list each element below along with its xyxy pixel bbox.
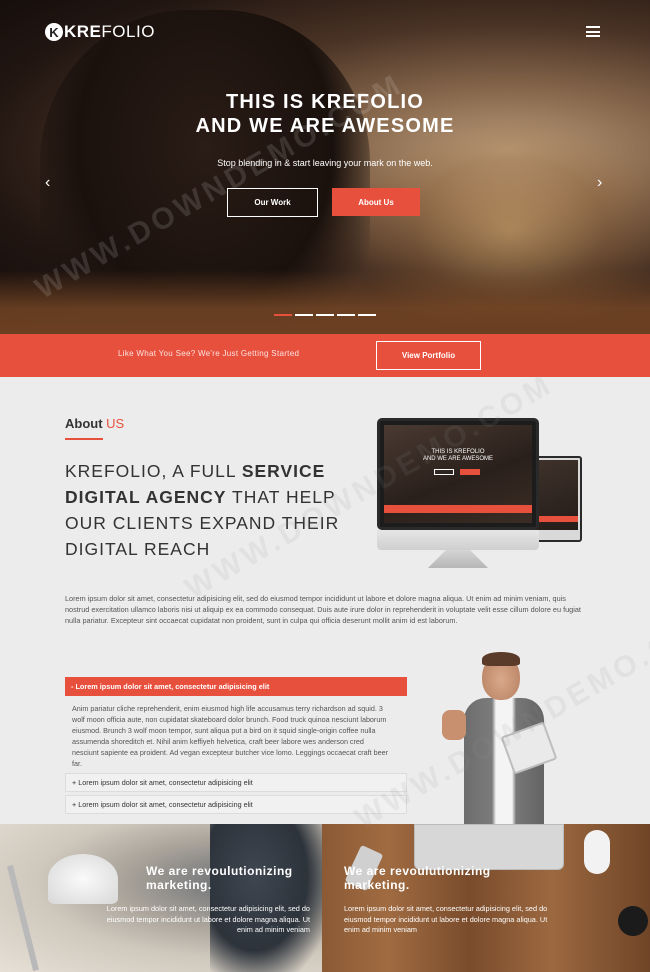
logo-text: KREFOLIO xyxy=(64,22,155,41)
our-work-button[interactable]: Our Work xyxy=(227,188,318,217)
accordion-open-body: Anim pariatur cliche reprehenderit, enim… xyxy=(72,704,389,768)
marketing-panel-left: We are revoulutionizing marketing. Lorem… xyxy=(0,824,322,972)
monitor-screen-title: THIS IS KREFOLIO AND WE ARE AWESOME xyxy=(422,449,494,462)
logo-mark-icon: K xyxy=(45,23,63,41)
cta-bar: Like What You See? We're Just Getting St… xyxy=(0,334,650,377)
panel-left-heading: We are revoulutionizing marketing. xyxy=(146,864,293,892)
slider-dot-3[interactable] xyxy=(316,314,334,316)
accordion-item[interactable]: + Lorem ipsum dolor sit amet, consectetu… xyxy=(65,773,407,792)
monitor-stand xyxy=(428,550,488,568)
hero-section: K KREFOLIO THIS IS KREFOLIO AND WE ARE A… xyxy=(0,0,650,334)
hero-subtitle: Stop blending in & start leaving your ma… xyxy=(217,158,433,168)
monitor-mockup-image: THIS IS KREFOLIO AND WE ARE AWESOME xyxy=(377,418,539,530)
monitor-chin xyxy=(377,530,539,550)
marketing-panel-right: We are revoulutionizing marketing. Lorem… xyxy=(322,824,650,972)
about-section-title: About US xyxy=(65,416,125,431)
camera-lens-image xyxy=(618,906,648,936)
slider-pagination xyxy=(274,314,379,316)
mouse-image xyxy=(584,830,610,874)
site-logo[interactable]: K KREFOLIO xyxy=(45,22,155,42)
slider-prev-arrow-icon[interactable]: ‹ xyxy=(45,174,50,192)
designer-image xyxy=(210,824,322,972)
slider-next-arrow-icon[interactable]: › xyxy=(597,174,602,192)
panel-right-text: Lorem ipsum dolor sit amet, consectetur … xyxy=(344,904,548,935)
about-us-button[interactable]: About Us xyxy=(332,188,420,216)
accordion-open-header[interactable]: - Lorem ipsum dolor sit amet, consectetu… xyxy=(65,677,407,696)
slider-dot-1[interactable] xyxy=(274,314,292,316)
hero-title: THIS IS KREFOLIO AND WE ARE AWESOME xyxy=(195,91,455,137)
about-paragraph: Lorem ipsum dolor sit amet, consectetur … xyxy=(65,594,581,626)
hero-background-ground xyxy=(0,270,650,334)
cta-text: Like What You See? We're Just Getting St… xyxy=(118,349,300,358)
about-heading: KREFOLIO, A FULL SERVICE DIGITAL AGENCY … xyxy=(65,461,340,559)
panel-right-heading: We are revoulutionizing marketing. xyxy=(344,864,491,892)
slider-dot-5[interactable] xyxy=(358,314,376,316)
hamburger-menu-icon[interactable] xyxy=(586,26,600,37)
view-portfolio-button[interactable]: View Portfolio xyxy=(376,341,481,370)
panel-left-text: Lorem ipsum dolor sit amet, consectetur … xyxy=(106,904,310,935)
slider-dot-2[interactable] xyxy=(295,314,313,316)
desk-lamp-image xyxy=(48,854,118,904)
businessman-thumbs-up-image xyxy=(440,650,560,824)
slider-dot-4[interactable] xyxy=(337,314,355,316)
about-title-underline xyxy=(65,438,103,440)
accordion-item[interactable]: + Lorem ipsum dolor sit amet, consectetu… xyxy=(65,795,407,814)
